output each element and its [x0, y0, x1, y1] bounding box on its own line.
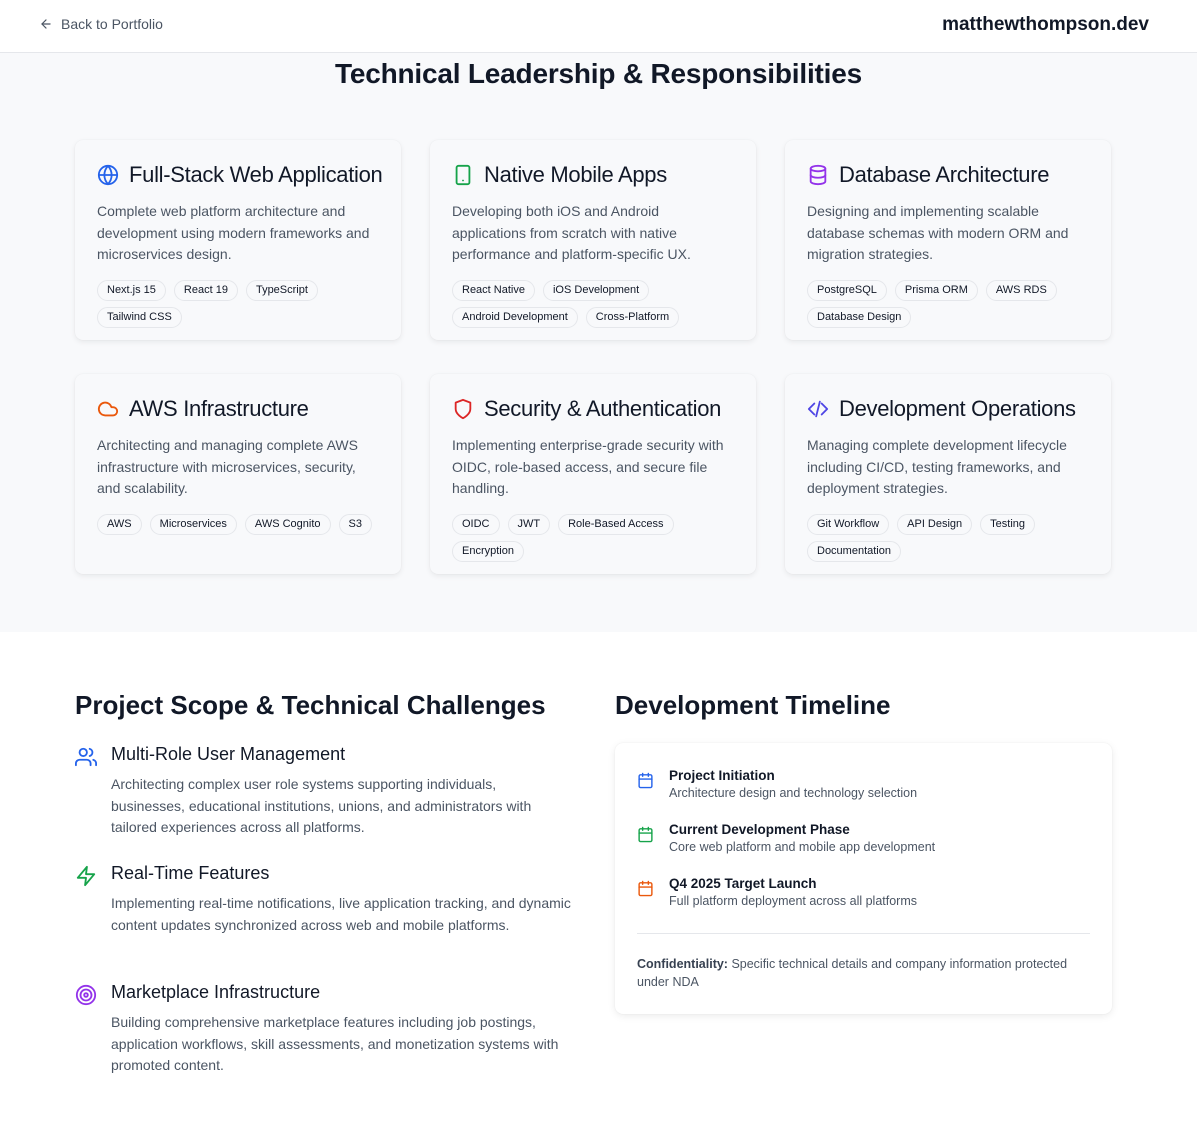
timeline-item-title: Q4 2025 Target Launch [669, 876, 817, 891]
tag: TypeScript [245, 279, 318, 301]
target-icon [75, 984, 97, 1006]
card-description: Developing both iOS and Android applicat… [452, 203, 691, 262]
tag-list: Git Workflow API Design Testing Document… [807, 513, 1089, 562]
calendar-icon [638, 880, 653, 897]
top-header: Back to Portfolio matthewthompson.dev [0, 0, 1197, 53]
tag: Testing [980, 513, 1036, 535]
card-native-mobile-apps: Native Mobile Apps Developing both iOS a… [430, 140, 756, 340]
calendar-icon [638, 826, 653, 843]
tag-list: PostgreSQL Prisma ORM AWS RDS Database D… [807, 279, 1089, 328]
site-name[interactable]: matthewthompson.dev [942, 14, 1149, 36]
card-description: Implementing enterprise-grade security w… [452, 437, 724, 496]
scope-item-description: Building comprehensive marketplace featu… [111, 1014, 559, 1073]
code-icon [807, 400, 829, 418]
tag: React Native [452, 279, 535, 301]
scope-item-marketplace: Marketplace Infrastructure Building comp… [75, 982, 575, 1077]
scope-item-real-time: Real-Time Features Implementing real-tim… [75, 863, 575, 936]
back-to-portfolio-link[interactable]: Back to Portfolio [39, 16, 163, 32]
timeline-item-description: Full platform deployment across all plat… [669, 894, 918, 908]
card-database-architecture: Database Architecture Designing and impl… [785, 140, 1111, 340]
scope-item-title: Multi-Role User Management [111, 744, 346, 764]
card-title: Full-Stack Web Application [129, 162, 383, 187]
card-title: Development Operations [839, 396, 1076, 421]
card-title: Database Architecture [839, 162, 1050, 187]
timeline-card: Project Initiation Architecture design a… [615, 743, 1112, 1014]
tag: Encryption [452, 540, 524, 562]
tag: Git Workflow [807, 513, 890, 535]
tag: React 19 [173, 279, 238, 301]
card-title: AWS Infrastructure [129, 396, 309, 421]
card-development-operations: Development Operations Managing complete… [785, 374, 1111, 574]
timeline-title: Development Timeline [615, 690, 891, 720]
scope-item-title: Real-Time Features [111, 863, 270, 883]
tag-list: OIDC JWT Role-Based Access Encryption [452, 513, 734, 562]
tag: Cross-Platform [585, 306, 680, 328]
globe-icon [97, 164, 119, 186]
tag: Android Development [452, 306, 578, 328]
scope-item-title: Marketplace Infrastructure [111, 982, 321, 1002]
back-link-label: Back to Portfolio [61, 16, 163, 32]
tag: Documentation [807, 540, 901, 562]
tag: S3 [338, 513, 372, 535]
timeline-item-description: Core web platform and mobile app develop… [669, 840, 936, 854]
tag: Tailwind CSS [97, 306, 182, 328]
confidentiality-label: Confidentiality: [637, 957, 728, 971]
tag: Microservices [149, 513, 237, 535]
timeline-divider [637, 933, 1090, 934]
tag: AWS Cognito [244, 513, 331, 535]
scope-item-description: Implementing real-time notifications, li… [111, 895, 571, 933]
zap-icon [76, 865, 96, 887]
users-icon [75, 747, 97, 767]
timeline-item-description: Architecture design and technology selec… [669, 786, 918, 800]
tag-list: AWS Microservices AWS Cognito S3 [97, 513, 379, 535]
tag-list: React Native iOS Development Android Dev… [452, 279, 734, 328]
timeline-item-initiation: Project Initiation Architecture design a… [637, 768, 1087, 800]
scope-title: Project Scope & Technical Challenges [75, 690, 546, 720]
card-security-authentication: Security & Authentication Implementing e… [430, 374, 756, 574]
timeline-item-title: Current Development Phase [669, 822, 850, 837]
tag: Database Design [807, 306, 912, 328]
timeline-item-title: Project Initiation [669, 768, 775, 783]
card-full-stack-web-application: Full-Stack Web Application Complete web … [75, 140, 401, 340]
cloud-icon [97, 401, 119, 417]
card-description: Complete web platform architecture and d… [97, 203, 370, 262]
tag: iOS Development [542, 279, 650, 301]
timeline-item-launch: Q4 2025 Target Launch Full platform depl… [637, 876, 1087, 908]
timeline-item-current: Current Development Phase Core web platf… [637, 822, 1087, 854]
database-icon [809, 164, 827, 186]
tag: JWT [507, 513, 551, 535]
card-description: Architecting and managing complete AWS i… [97, 437, 358, 496]
scope-item-description: Architecting complex user role systems s… [111, 776, 532, 835]
smartphone-icon [455, 164, 471, 186]
tag: AWS RDS [985, 279, 1057, 301]
card-description: Designing and implementing scalable data… [807, 203, 1069, 262]
arrow-left-icon [41, 19, 51, 29]
tag: Role-Based Access [558, 513, 674, 535]
card-description: Managing complete development lifecycle … [807, 437, 1067, 496]
calendar-icon [638, 772, 653, 789]
scope-item-multi-role: Multi-Role User Management Architecting … [75, 744, 575, 839]
leadership-title: Technical Leadership & Responsibilities [335, 58, 862, 89]
tag: AWS [97, 513, 142, 535]
leadership-section: Technical Leadership & Responsibilities … [0, 53, 1197, 632]
card-title: Native Mobile Apps [484, 162, 667, 187]
tag: OIDC [452, 513, 500, 535]
tag: Prisma ORM [894, 279, 978, 301]
tag: API Design [897, 513, 973, 535]
tag-list: Next.js 15 React 19 TypeScript Tailwind … [97, 279, 379, 328]
confidentiality-note: Confidentiality: Specific technical deta… [637, 955, 1090, 991]
card-aws-infrastructure: AWS Infrastructure Architecting and mana… [75, 374, 401, 574]
tag: PostgreSQL [807, 279, 887, 301]
shield-icon [454, 398, 472, 420]
tag: Next.js 15 [97, 279, 166, 301]
card-title: Security & Authentication [484, 396, 722, 421]
